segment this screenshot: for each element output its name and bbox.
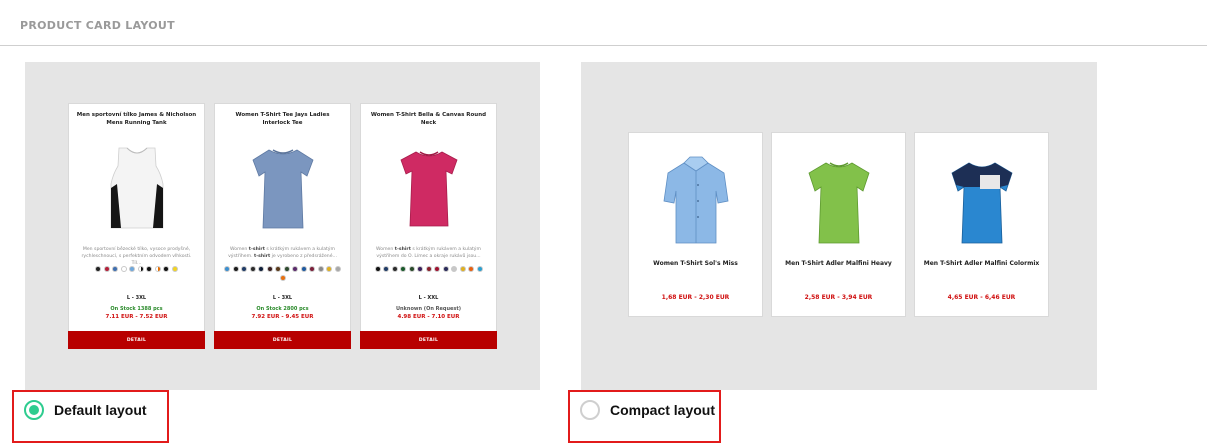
product-title: Men T-Shirt Adler Malfini Heavy <box>785 260 892 267</box>
product-card: Men T-Shirt Adler Malfini Colormix 4,65 … <box>914 132 1049 317</box>
color-swatch[interactable] <box>275 266 282 272</box>
price-range: 1,68 EUR - 2,30 EUR <box>661 294 730 301</box>
detail-button[interactable]: DETAIL <box>214 331 351 349</box>
price-range: 7.92 EUR - 9.45 EUR <box>251 314 314 320</box>
product-title: Men T-Shirt Adler Malfini Colormix <box>923 260 1040 267</box>
default-layout-label: Default layout <box>54 401 147 418</box>
color-swatch[interactable] <box>224 266 231 272</box>
color-swatch[interactable] <box>317 266 324 272</box>
color-swatch[interactable] <box>292 266 299 272</box>
tank-top-icon <box>110 147 164 229</box>
color-swatch[interactable] <box>163 266 170 272</box>
color-swatch[interactable] <box>137 266 144 272</box>
color-swatch[interactable] <box>326 266 333 272</box>
color-swatches <box>369 266 488 272</box>
color-swatch[interactable] <box>146 266 153 272</box>
color-swatch[interactable] <box>425 266 432 272</box>
product-card: Women T-Shirt Tee Jays Ladies Interlock … <box>214 103 351 349</box>
color-swatch[interactable] <box>300 266 307 272</box>
product-card: Women T-Shirt Sol's Miss 1,68 EUR - 2,30… <box>628 132 763 317</box>
compact-layout-option[interactable]: Compact layout <box>568 390 721 443</box>
product-title: Men sportovní tílko James & Nicholson Me… <box>76 112 197 126</box>
stock-status: On Stock 1388 pcs <box>110 306 163 312</box>
color-swatch[interactable] <box>374 266 381 272</box>
color-swatch[interactable] <box>112 266 119 272</box>
green-tshirt-icon <box>808 162 870 244</box>
default-layout-radio[interactable] <box>24 399 44 420</box>
colormix-tshirt-icon <box>951 162 1013 244</box>
color-swatch[interactable] <box>171 266 178 272</box>
womens-tshirt-blue-icon <box>252 149 314 229</box>
color-swatch[interactable] <box>391 266 398 272</box>
color-swatch[interactable] <box>442 266 449 272</box>
color-swatch[interactable] <box>334 266 341 272</box>
size-range: L - 3XL <box>126 295 147 301</box>
color-swatch[interactable] <box>400 266 406 272</box>
product-card: Men sportovní tílko James & Nicholson Me… <box>68 103 205 349</box>
color-swatch[interactable] <box>434 266 440 272</box>
section-title: PRODUCT CARD LAYOUT <box>20 19 175 32</box>
color-swatch[interactable] <box>129 266 136 272</box>
color-swatch[interactable] <box>103 266 110 272</box>
color-swatch[interactable] <box>266 266 273 272</box>
product-title: Women T-Shirt Tee Jays Ladies Interlock … <box>235 112 330 126</box>
color-swatch[interactable] <box>154 266 161 272</box>
price-range: 7.11 EUR - 7.52 EUR <box>105 314 168 320</box>
stock-status: On Stock 2800 pcs <box>256 306 309 312</box>
compact-layout-preview[interactable]: Women T-Shirt Sol's Miss 1,68 EUR - 2,30… <box>581 62 1097 390</box>
color-swatch[interactable] <box>417 266 423 272</box>
detail-button[interactable]: DETAIL <box>68 331 205 349</box>
compact-layout-label: Compact layout <box>610 401 716 418</box>
size-range: L - 3XL <box>272 295 293 301</box>
color-swatches <box>77 266 196 272</box>
product-card: Women T-Shirt Bella & Canvas Round Neck … <box>360 103 497 349</box>
color-swatch[interactable] <box>279 274 286 281</box>
blue-shirt-icon <box>663 156 729 244</box>
detail-button[interactable]: DETAIL <box>360 331 497 349</box>
color-swatch[interactable] <box>258 266 265 272</box>
color-swatch[interactable] <box>468 266 474 272</box>
color-swatch[interactable] <box>283 266 290 272</box>
product-title: Women T-Shirt Sol's Miss <box>653 260 738 267</box>
product-card: Men T-Shirt Adler Malfini Heavy 2,58 EUR… <box>771 132 906 317</box>
price-range: 2,58 EUR - 3,94 EUR <box>804 294 873 301</box>
compact-layout-radio[interactable] <box>580 399 600 420</box>
color-swatch[interactable] <box>408 266 415 272</box>
product-description: Men sportovní bězecké tílko, vysoce prod… <box>81 247 192 266</box>
color-swatch[interactable] <box>451 266 457 272</box>
womens-tshirt-pink-icon <box>400 151 458 227</box>
product-description: Women t-shirt s krátkým rukávem a kulatý… <box>375 247 482 259</box>
price-range: 4,65 EUR - 6,46 EUR <box>947 294 1016 301</box>
color-swatch[interactable] <box>120 266 127 272</box>
stock-status: Unknown (On Request) <box>395 306 462 312</box>
color-swatches <box>223 266 342 281</box>
color-swatch[interactable] <box>232 266 239 272</box>
product-title: Women T-Shirt Bella & Canvas Round Neck <box>370 112 487 126</box>
color-swatch[interactable] <box>241 266 248 272</box>
price-range: 4.98 EUR - 7.10 EUR <box>397 314 460 320</box>
product-description: Women t-shirt s krátkým rukávem a kulatý… <box>228 247 337 259</box>
color-swatch[interactable] <box>459 266 466 272</box>
color-swatch[interactable] <box>249 266 256 272</box>
color-swatch[interactable] <box>95 266 102 272</box>
color-swatch[interactable] <box>383 266 389 272</box>
color-swatch[interactable] <box>476 266 483 272</box>
size-range: L - XXL <box>418 295 439 301</box>
default-layout-option[interactable]: Default layout <box>12 390 169 443</box>
color-swatch[interactable] <box>309 266 316 272</box>
divider <box>0 45 1207 46</box>
default-layout-preview[interactable]: Men sportovní tílko James & Nicholson Me… <box>25 62 540 390</box>
